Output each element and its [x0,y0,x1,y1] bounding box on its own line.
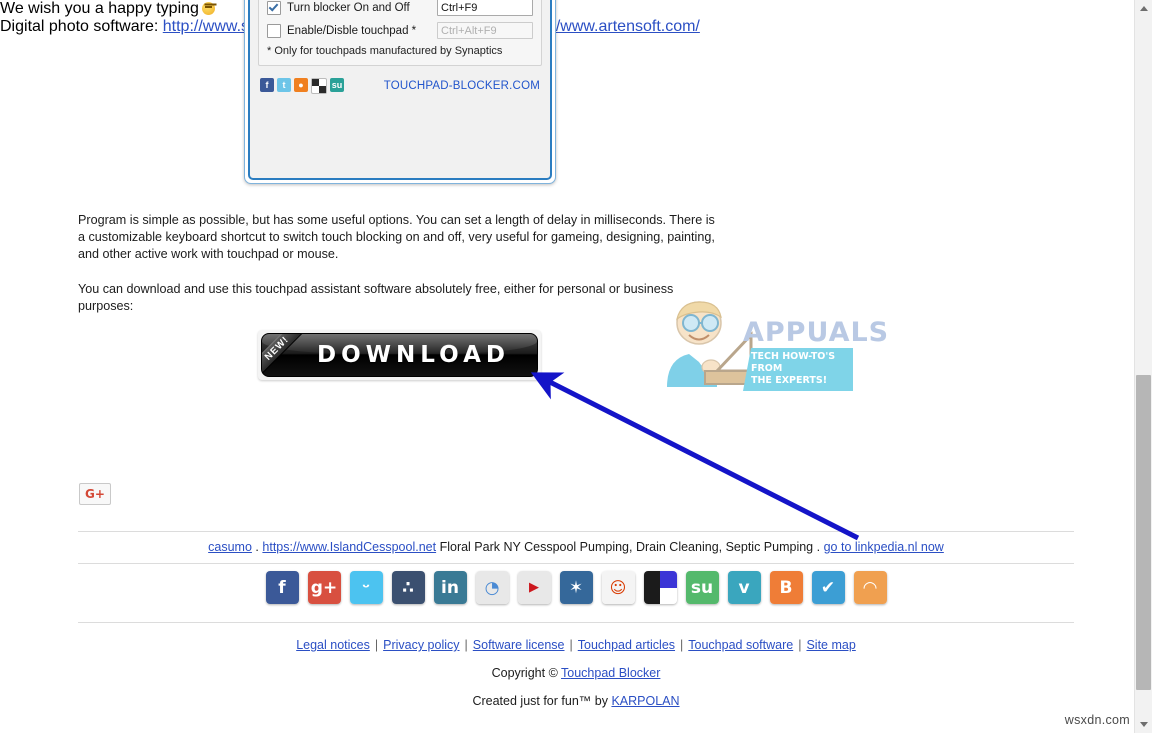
delicious-icon[interactable] [311,78,327,94]
rss-icon[interactable]: ● [294,78,308,92]
appuals-text-block: APPUALS TECH HOW-TO'S FROM THE EXPERTS! [743,317,889,391]
foursquare-icon[interactable]: ✔ [811,571,845,604]
google-plus-icon: G+ [85,487,105,501]
footer-separator: | [374,638,379,652]
youtube-icon[interactable]: ▶ [517,571,551,604]
scroll-up-arrow[interactable] [1135,0,1152,17]
footer-separator: | [569,638,573,652]
appuals-watermark: APPUALS TECH HOW-TO'S FROM THE EXPERTS! [655,295,888,395]
copyright-prefix: Copyright © [491,666,558,680]
toggle-blocker-label: Turn blocker On and Off [287,1,410,14]
annotation-arrow [530,372,860,541]
toggle-blocker-checkbox[interactable] [267,0,281,15]
footer-separator: | [680,638,684,652]
vertical-scrollbar[interactable] [1134,0,1152,733]
social-share-strip: f g+ ᵕ ∴ in ◔ ▶ ✶ ☺ su v B ✔ ◠ [78,571,1074,604]
delicious-squares-icon[interactable] [643,571,677,604]
footer-copyright: Copyright © Touchpad Blocker [78,666,1074,680]
happy-typing-line: We wish you a happy typing [0,0,1152,18]
download-button-label: DOWNLOAD [317,342,510,368]
sponsor-dot-1: . [255,540,259,554]
footer-link-software-license[interactable]: Software license [473,638,565,652]
rss-icon[interactable]: ◠ [853,571,887,604]
download-button[interactable]: NEW! DOWNLOAD [258,330,541,380]
created-prefix: Created just for fun™ by [472,694,608,708]
browser-page: Beep when click is blocked Clicks blocke… [0,0,1152,733]
stumbleupon-icon[interactable]: su [330,78,344,92]
footer-links: Legal notices | Privacy policy | Software li… [78,638,1074,652]
casumo-link[interactable]: casumo [208,540,252,554]
reddit-icon[interactable]: ☺ [601,571,635,604]
toggle-blocker-row[interactable]: Turn blocker On and Off Ctrl+F9 [267,0,533,16]
stumbleupon-icon[interactable]: su [685,571,719,604]
twitter-icon[interactable]: t [277,78,291,92]
dialog-footer: f t ● su TOUCHPAD-BLOCKER.COM [258,74,542,94]
touchpad-toggle-label: Enable/Disble touchpad * [287,24,417,37]
sponsor-dot-2: . [816,540,821,554]
linkedin-icon[interactable]: in [433,571,467,604]
footer-link-site-map[interactable]: Site map [806,638,855,652]
blogger-icon[interactable]: B [769,571,803,604]
keyboard-shortcuts-group: Keyboard shortcuts Turn blocker On and O… [258,0,542,66]
wsxdn-watermark: wsxdn.com [1064,713,1130,727]
smiley-icon [201,2,215,15]
sponsor-description: Floral Park NY Cesspool Pumping, Drain C… [439,540,814,554]
person-with-laptop-icon [667,301,754,387]
dialog-site-url[interactable]: TOUCHPAD-BLOCKER.COM [384,80,540,92]
facebook-icon[interactable]: f [260,78,274,92]
linkpedia-link[interactable]: go to linkpedia.nl now [824,540,944,554]
happy-typing-text: We wish you a happy typing [0,0,199,17]
divider-above-sponsors [78,531,1074,532]
twitter-icon[interactable]: ᵕ [349,571,383,604]
synaptics-footnote: * Only for touchpads manufactured by Syn… [267,45,503,57]
scroll-down-arrow[interactable] [1135,716,1152,733]
divider-above-footer [78,622,1074,623]
paragraph-free-download: You can download and use this touchpad a… [78,282,674,313]
footer-link-legal-notices[interactable]: Legal notices [296,638,370,652]
touchpad-toggle-row[interactable]: Enable/Disble touchpad * Ctrl+Alt+F9 [267,22,533,39]
google-plus-icon[interactable]: g+ [307,571,341,604]
appuals-tagline-line1: TECH HOW-TO'S FROM [751,351,836,374]
picasa-icon[interactable]: ◔ [475,571,509,604]
paragraph-features: Program is simple as possible, but has s… [78,213,715,261]
digital-photo-label: Digital photo software: [0,18,159,35]
footer-credit: Created just for fun™ by KARPOLAN [78,694,1074,708]
appuals-title: APPUALS [743,317,890,348]
footer-link-privacy-policy[interactable]: Privacy policy [383,638,459,652]
facebook-icon[interactable]: f [265,571,299,604]
touchpad-toggle-checkbox[interactable] [267,23,281,38]
sponsor-links-line: casumo . https://www.IslandCesspool.net … [78,540,1074,554]
scrollbar-thumb[interactable] [1136,375,1151,690]
footer-link-touchpad-articles[interactable]: Touchpad articles [578,638,675,652]
dialog-social-icons: f t ● su [260,78,344,94]
karpolan-link[interactable]: KARPOLAN [611,694,679,708]
touchpad-toggle-shortcut-input[interactable]: Ctrl+Alt+F9 [437,22,533,39]
appuals-tagline: TECH HOW-TO'S FROM THE EXPERTS! [743,348,853,391]
footer-link-touchpad-software[interactable]: Touchpad software [688,638,793,652]
touchpad-blocker-dialog-screenshot: Beep when click is blocked Clicks blocke… [244,0,556,184]
toggle-blocker-shortcut-input[interactable]: Ctrl+F9 [437,0,533,16]
partner-links-line: Digital photo software: http://www.softo… [0,18,1152,36]
touchpad-blocker-link[interactable]: Touchpad Blocker [561,666,660,680]
dialog-inner: Beep when click is blocked Clicks blocke… [248,0,552,180]
divider-below-sponsors [78,563,1074,564]
footer-separator: | [464,638,468,652]
google-plus-share-button[interactable]: G+ [79,483,111,505]
appuals-tagline-line2: THE EXPERTS! [751,375,828,386]
delicious-icon[interactable]: ✶ [559,571,593,604]
vimeo-icon[interactable]: v [727,571,761,604]
download-button-face[interactable]: NEW! DOWNLOAD [261,333,538,377]
islandcesspool-link[interactable]: https://www.IslandCesspool.net [262,540,436,554]
footer-separator: | [798,638,802,652]
myspace-icon[interactable]: ∴ [391,571,425,604]
